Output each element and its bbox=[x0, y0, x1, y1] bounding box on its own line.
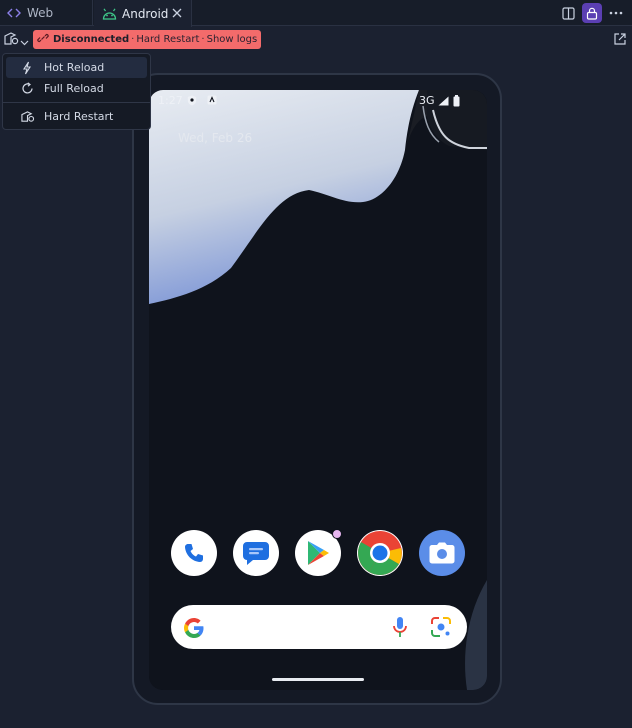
restart-icon bbox=[3, 31, 19, 50]
lock-icon[interactable] bbox=[582, 3, 602, 23]
chrome-app-icon[interactable] bbox=[357, 530, 403, 576]
device-status-bar: 1:27 3G bbox=[149, 90, 487, 112]
toolbar: Disconnected · Hard Restart · Show logs bbox=[0, 28, 632, 52]
notification-icon bbox=[207, 95, 217, 108]
split-view-icon[interactable] bbox=[558, 3, 578, 23]
gesture-nav-bar[interactable] bbox=[272, 678, 364, 681]
tab-web-label: Web bbox=[27, 6, 54, 20]
device-time: 1:27 bbox=[158, 94, 183, 107]
play-store-app-icon[interactable] bbox=[295, 529, 342, 576]
status-separator: · bbox=[131, 34, 135, 45]
restart-dropdown-button[interactable] bbox=[3, 31, 29, 50]
chevron-down-icon bbox=[20, 31, 29, 50]
google-logo-icon bbox=[183, 617, 205, 643]
tab-android-label: Android bbox=[122, 6, 169, 21]
lens-camera-icon[interactable] bbox=[430, 616, 452, 642]
link-separator: · bbox=[201, 34, 205, 45]
signal-icon bbox=[438, 96, 449, 109]
menu-item-full-reload[interactable]: Full Reload bbox=[6, 78, 147, 99]
menu-divider bbox=[3, 102, 150, 103]
open-external-icon[interactable] bbox=[613, 31, 629, 47]
reload-menu: Hot Reload Full Reload Hard Restart bbox=[2, 53, 151, 130]
lightning-icon bbox=[18, 61, 36, 75]
tab-android[interactable]: Android bbox=[94, 0, 192, 27]
google-search-bar[interactable] bbox=[171, 605, 467, 649]
restart-icon bbox=[18, 110, 36, 123]
close-icon[interactable] bbox=[169, 5, 185, 21]
battery-icon bbox=[453, 95, 460, 110]
menu-item-label: Hard Restart bbox=[44, 110, 114, 123]
date-widget[interactable]: Wed, Feb 26 bbox=[178, 131, 252, 145]
android-icon bbox=[101, 6, 117, 22]
show-logs-link[interactable]: Show logs bbox=[207, 34, 258, 45]
shield-icon bbox=[187, 95, 197, 109]
messages-app-icon[interactable] bbox=[233, 530, 279, 576]
phone-app-icon[interactable] bbox=[171, 530, 217, 576]
tab-web[interactable]: Web bbox=[0, 0, 93, 26]
app-dock bbox=[171, 529, 467, 576]
tab-bar: Web Android bbox=[0, 0, 632, 27]
network-type: 3G bbox=[419, 94, 435, 107]
refresh-icon bbox=[18, 82, 36, 95]
menu-item-hard-restart[interactable]: Hard Restart bbox=[6, 106, 147, 127]
disconnected-icon bbox=[37, 32, 49, 47]
hard-restart-link[interactable]: Hard Restart bbox=[136, 34, 199, 45]
menu-item-hot-reload[interactable]: Hot Reload bbox=[6, 57, 147, 78]
wallpaper bbox=[149, 90, 487, 690]
more-options-icon[interactable] bbox=[606, 3, 626, 23]
connection-status-badge: Disconnected · Hard Restart · Show logs bbox=[33, 30, 262, 49]
camera-app-icon[interactable] bbox=[419, 530, 465, 576]
menu-item-label: Full Reload bbox=[44, 82, 104, 95]
notification-dot-icon bbox=[332, 529, 342, 539]
microphone-icon[interactable] bbox=[392, 616, 408, 642]
device-screen[interactable]: 1:27 3G Wed, Feb 26 bbox=[149, 90, 487, 690]
device-frame: 1:27 3G Wed, Feb 26 bbox=[132, 73, 502, 705]
status-text: Disconnected bbox=[53, 34, 130, 45]
code-icon bbox=[6, 5, 22, 21]
menu-item-label: Hot Reload bbox=[44, 61, 105, 74]
